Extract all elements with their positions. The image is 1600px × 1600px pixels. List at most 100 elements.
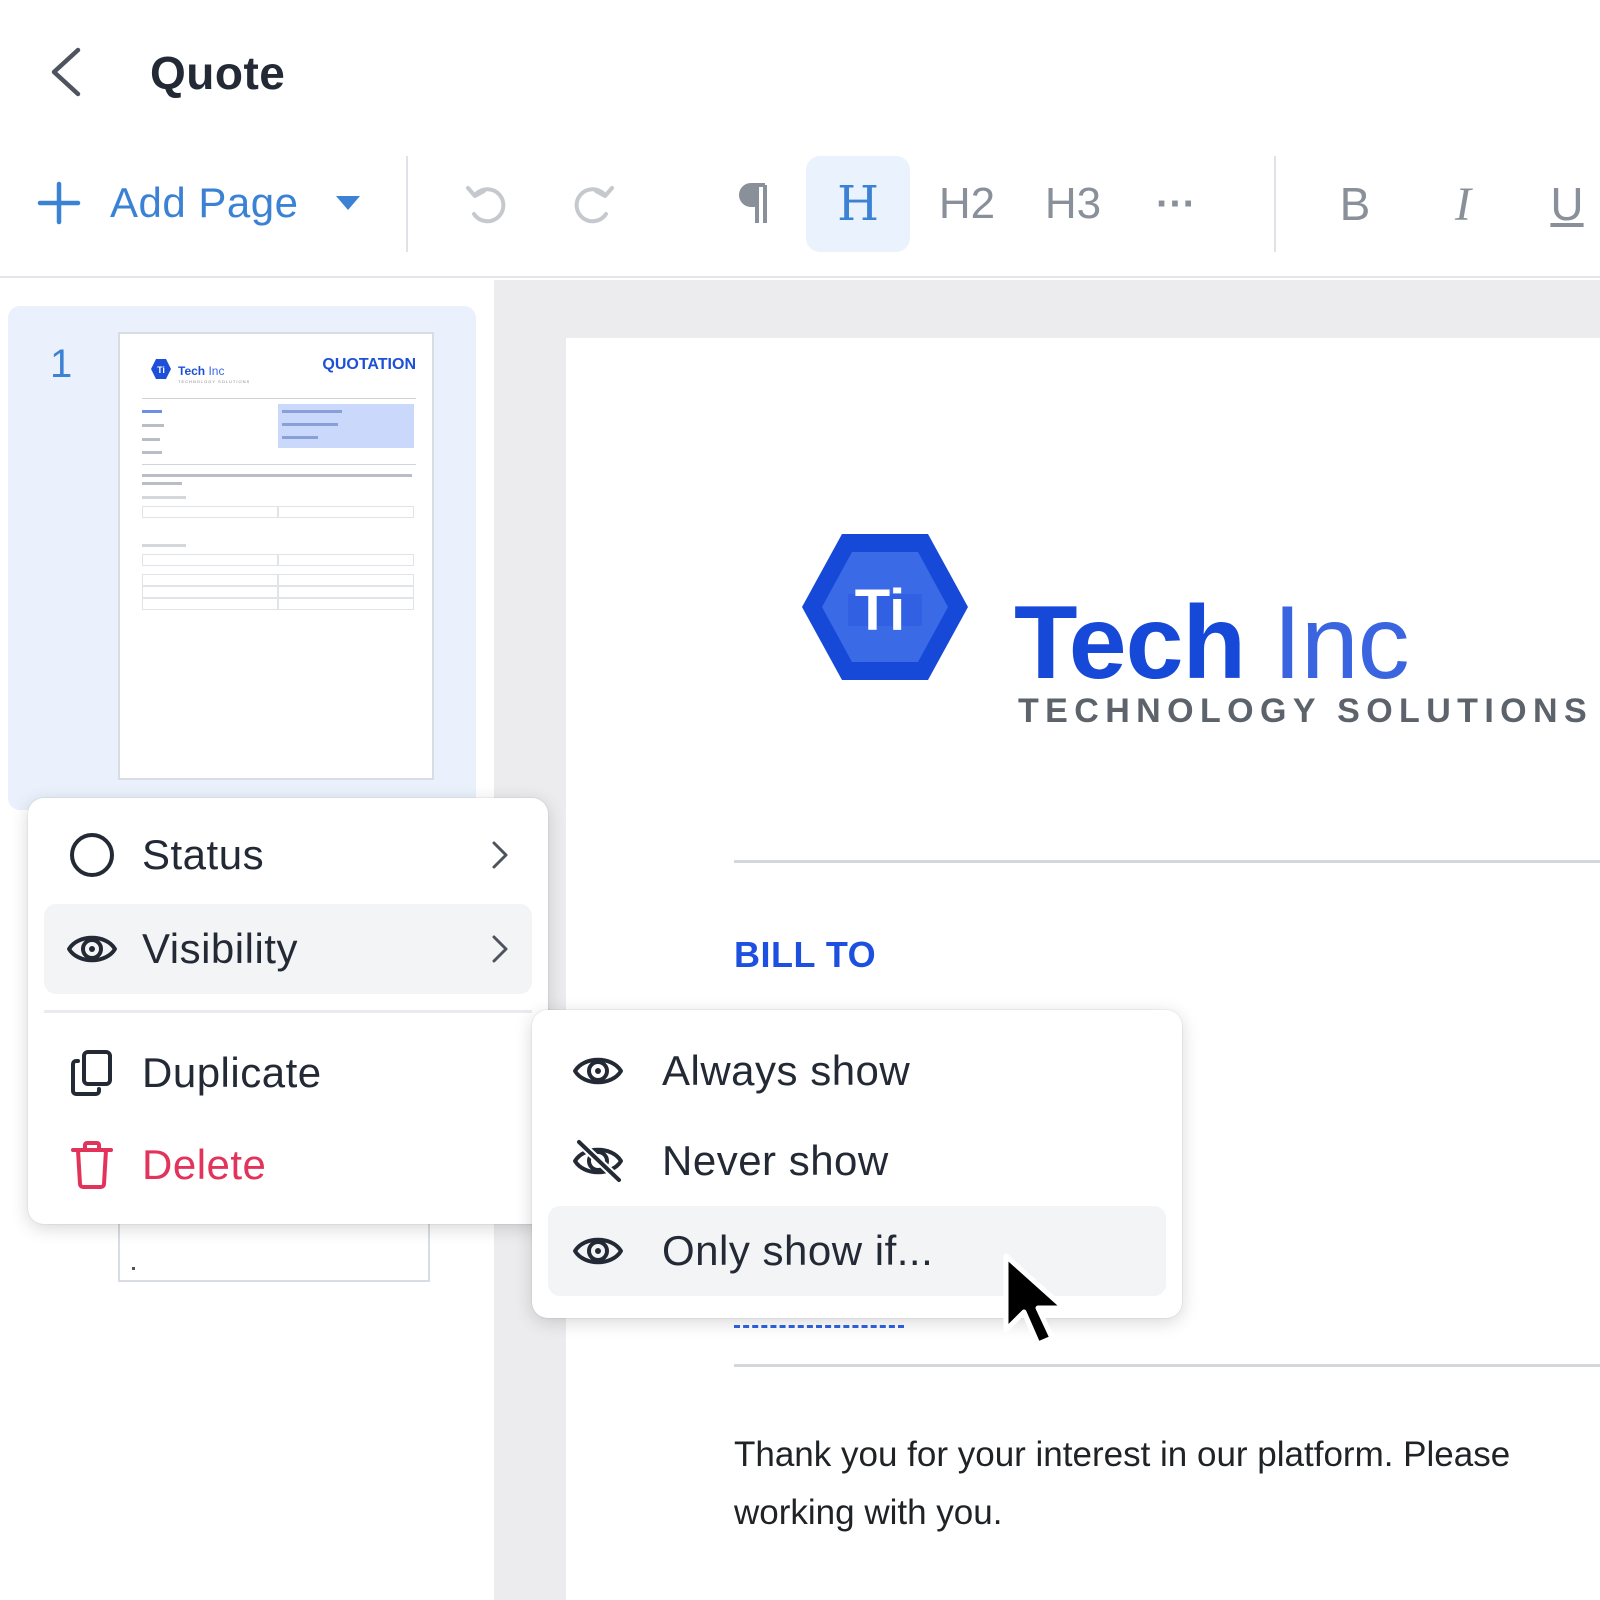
eye-icon (570, 1223, 626, 1279)
page-card-1[interactable]: 1 Ti Tech Inc TECHNOLOGY SOLUTIONS QUOTA… (8, 306, 476, 810)
add-page-button[interactable]: Add Page (36, 172, 361, 234)
thumb-text-line (282, 436, 318, 439)
eye-off-icon (570, 1133, 626, 1189)
bill-to-heading: BILL TO (734, 934, 877, 975)
thumb-table-cell (142, 554, 278, 566)
toolbar-divider (1274, 156, 1276, 252)
document-page[interactable]: Ti Tech Inc TECHNOLOGY SOLUTIONS BILL TO… (566, 338, 1600, 1600)
redo-icon (574, 186, 614, 224)
document-divider (734, 1364, 1600, 1367)
paragraph-button[interactable] (720, 156, 790, 252)
thumb-table-cell (278, 506, 414, 518)
thumb-text-line (142, 544, 186, 547)
thumb-mark (132, 1267, 135, 1270)
bold-button[interactable]: B (1322, 156, 1388, 252)
undo-button[interactable] (454, 156, 520, 252)
chevron-left-icon (51, 47, 81, 97)
menu-item-label: Duplicate (142, 1049, 322, 1096)
thumb-brand: Tech Inc (178, 364, 225, 378)
heading-3-label: H3 (1044, 179, 1102, 228)
heading-2-button[interactable]: H2 (922, 156, 1012, 252)
menu-item-label: Visibility (142, 925, 298, 972)
mouse-cursor-icon (1003, 1253, 1067, 1347)
bold-label: B (1339, 178, 1371, 230)
thumb-text-line (142, 496, 186, 499)
logo-letters: Ti (855, 578, 906, 643)
svg-text:Ti: Ti (157, 365, 165, 375)
submenu-item-label: Only show if... (662, 1227, 934, 1274)
redo-button[interactable] (560, 156, 626, 252)
menu-separator (44, 1010, 532, 1013)
underline-label: U (1550, 178, 1584, 230)
submenu-item-always-show[interactable]: Always show (548, 1026, 1166, 1116)
page-number: 1 (50, 342, 73, 386)
page-context-menu: Status Visibility Duplicate Delete (28, 798, 548, 1224)
thumb-text-line (142, 474, 412, 477)
caret-down-icon[interactable] (335, 195, 361, 211)
thumb-text-line (282, 423, 338, 426)
thumb-table-cell (142, 598, 278, 610)
menu-item-label: Status (142, 831, 265, 878)
heading-2-label: H2 (938, 179, 996, 228)
eye-icon (570, 1043, 626, 1099)
submenu-item-label: Always show (662, 1047, 911, 1094)
submenu-item-never-show[interactable]: Never show (548, 1116, 1166, 1206)
heading-1-label: H (837, 176, 879, 232)
thumb-table-cell (278, 554, 414, 566)
thumb-divider (142, 398, 416, 399)
more-formats-label: ··· (1156, 181, 1196, 226)
circle-icon (66, 829, 118, 881)
menu-item-duplicate[interactable]: Duplicate (44, 1028, 532, 1118)
page-thumbnail[interactable]: Ti Tech Inc TECHNOLOGY SOLUTIONS QUOTATI… (118, 332, 434, 780)
thumb-text-line (142, 424, 164, 427)
intro-line: working with you. (734, 1493, 1003, 1532)
thumb-table-cell (278, 574, 414, 586)
heading-1-button[interactable]: H (806, 156, 910, 252)
intro-paragraph[interactable]: Thank you for your interest in our platf… (734, 1426, 1600, 1542)
company-name: Tech Inc (1014, 585, 1410, 701)
editor-canvas: Ti Tech Inc TECHNOLOGY SOLUTIONS BILL TO… (494, 280, 1600, 1600)
company-logo-icon: Ti (802, 534, 968, 680)
thumb-title: QUOTATION (322, 356, 416, 373)
intro-line: Thank you for your interest in our platf… (734, 1435, 1511, 1474)
menu-item-label: Delete (142, 1141, 267, 1188)
thumb-table-cell (142, 506, 278, 518)
add-page-label: Add Page (110, 179, 299, 226)
chevron-right-icon (492, 841, 508, 869)
thumb-text-line (142, 451, 162, 454)
submenu-item-label: Never show (662, 1137, 889, 1184)
thumb-subtitle: TECHNOLOGY SOLUTIONS (178, 379, 251, 384)
submenu-item-only-show-if[interactable]: Only show if... (548, 1206, 1166, 1296)
toolbar-divider (406, 156, 408, 252)
italic-button[interactable]: I (1430, 156, 1496, 252)
thumb-logo-icon: Ti (151, 359, 171, 379)
pilcrow-icon (739, 183, 767, 223)
eye-icon (66, 923, 118, 975)
document-divider (734, 860, 1600, 863)
thumb-table-cell (142, 574, 278, 586)
thumb-text-line (282, 410, 342, 413)
underline-button[interactable]: U (1534, 156, 1600, 252)
more-formats-button[interactable]: ··· (1136, 156, 1216, 252)
heading-3-button[interactable]: H3 (1028, 156, 1118, 252)
thumb-table-cell (278, 598, 414, 610)
visibility-submenu: Always show Never show Only show if... (532, 1010, 1182, 1318)
header: Quote (0, 0, 1600, 150)
thumb-table-cell (142, 586, 278, 598)
back-button[interactable] (40, 42, 90, 102)
undo-icon (466, 186, 506, 224)
thumb-text-line (142, 438, 160, 441)
menu-item-delete[interactable]: Delete (44, 1120, 532, 1210)
italic-label: I (1455, 177, 1471, 231)
thumb-text-line (142, 482, 182, 485)
menu-item-status[interactable]: Status (44, 810, 532, 900)
thumb-table-cell (278, 586, 414, 598)
trash-icon (66, 1139, 118, 1191)
thumb-divider (142, 464, 416, 465)
menu-item-visibility[interactable]: Visibility (44, 904, 532, 994)
copy-icon (66, 1047, 118, 1099)
page-title: Quote (150, 47, 286, 99)
editor-toolbar: Add Page H H2 H3 ··· B I U (0, 150, 1600, 278)
thumb-text-line (142, 410, 162, 413)
chevron-right-icon (492, 935, 508, 963)
